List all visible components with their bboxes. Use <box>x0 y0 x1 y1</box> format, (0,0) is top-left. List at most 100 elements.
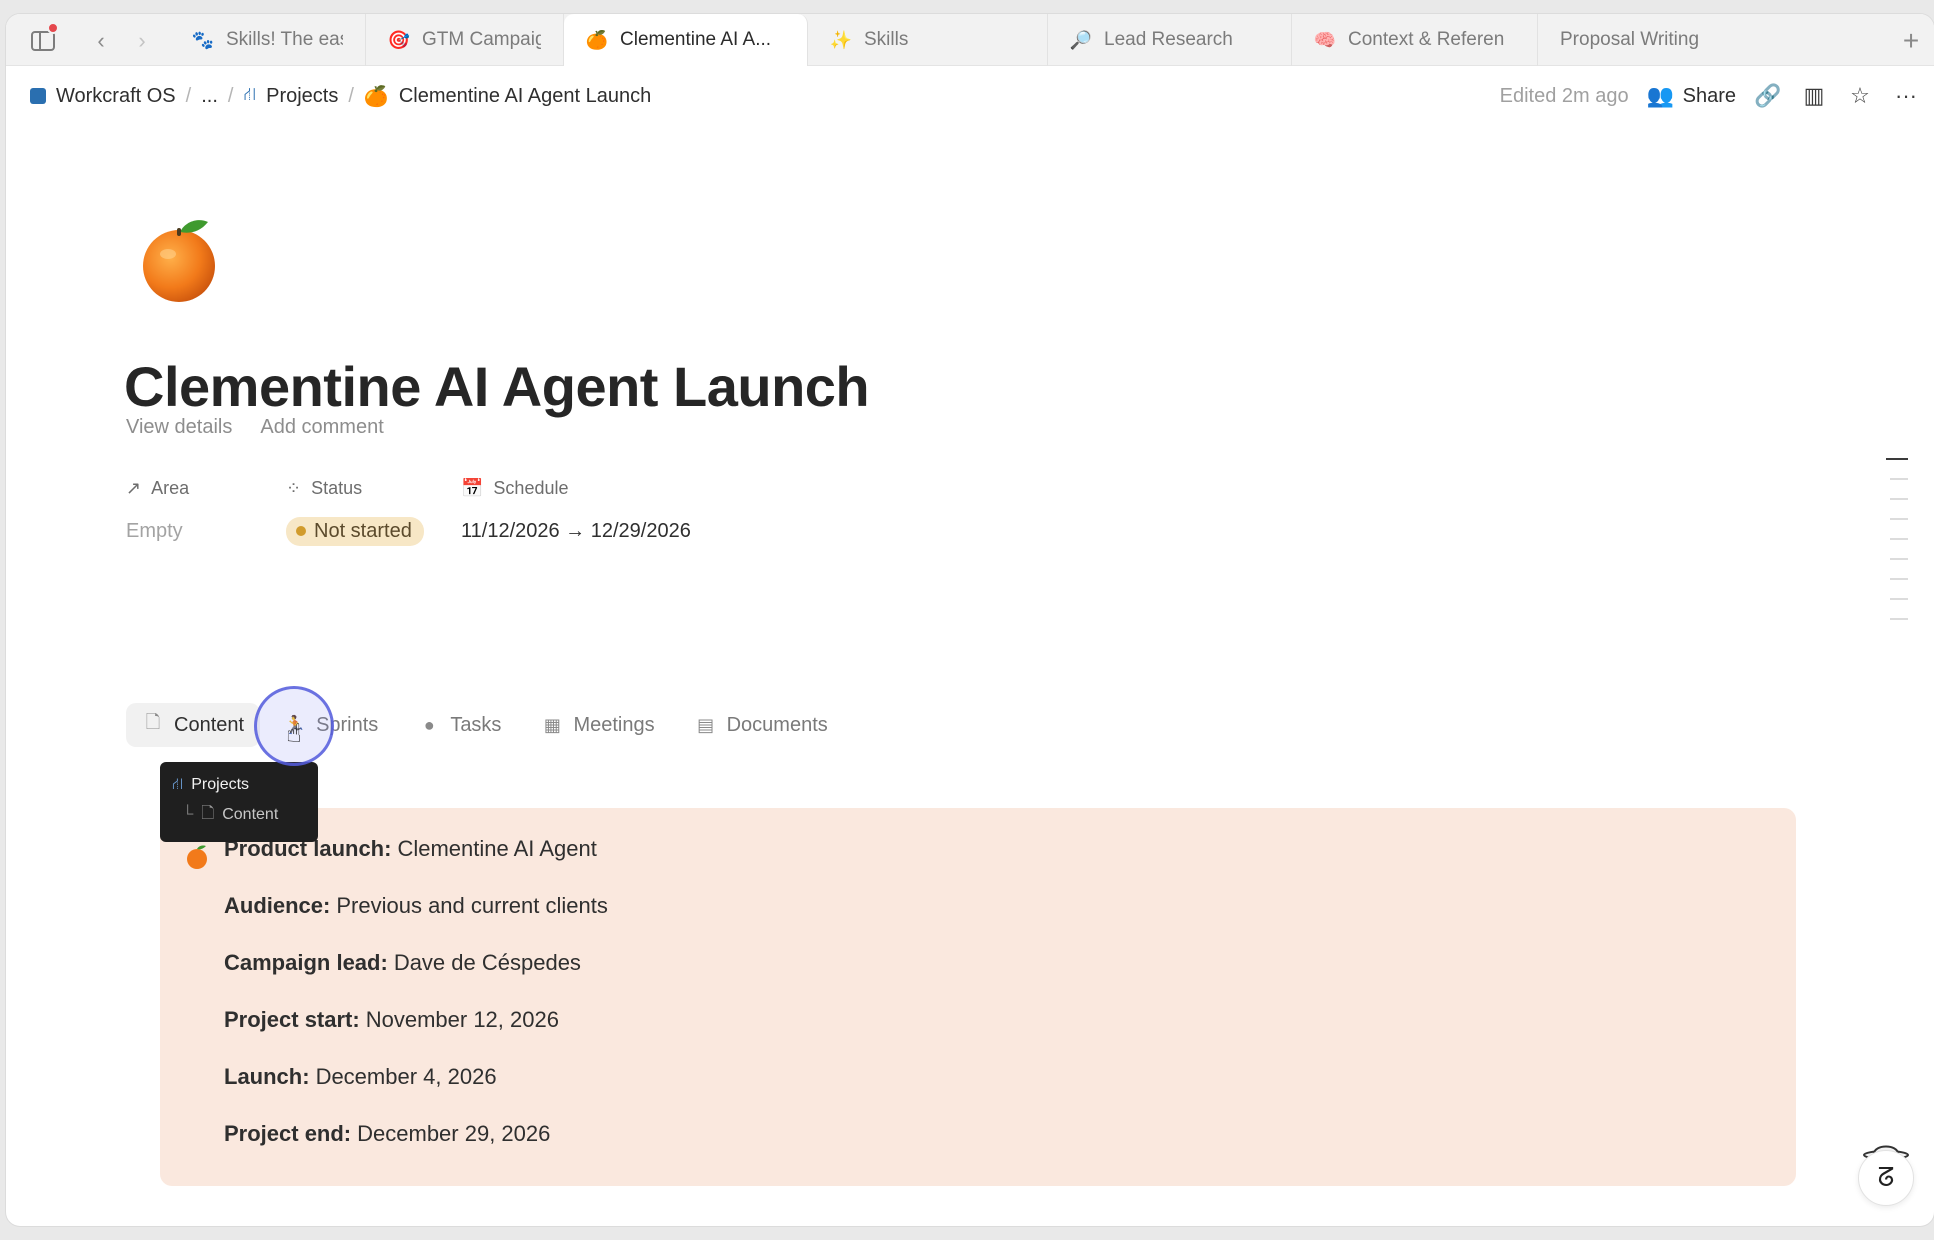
circle-icon: ● <box>423 714 435 735</box>
tab-lead-research[interactable]: 🔎 Lead Research <box>1048 14 1292 66</box>
outline-minimap[interactable] <box>1886 458 1908 638</box>
tree-branch-icon: └ <box>182 806 194 823</box>
forward-button[interactable]: › <box>127 26 157 56</box>
property-area[interactable]: ↗ Area Empty <box>126 474 189 546</box>
tab-label: Meetings <box>573 713 655 736</box>
tab-strip: 🐾 Skills! The easiest 🎯 GTM Campaign Pr … <box>170 14 1762 66</box>
outline-marker <box>1886 458 1908 460</box>
callout-line-label: Launch: <box>224 1064 310 1089</box>
property-label: Status <box>311 477 363 498</box>
tab-documents[interactable]: ▤ Documents <box>679 703 844 747</box>
callout-line-label: Project start: <box>224 1007 360 1032</box>
orange-icon: 🍊 <box>363 85 389 108</box>
callout-line-value: December 29, 2026 <box>357 1121 551 1146</box>
view-tabs: 🗋 Content 🏃 Sprints ● Tasks ▦ Meetings ▤… <box>126 702 844 748</box>
tab-label: Skills! The easiest <box>226 29 343 50</box>
outline-marker <box>1890 558 1908 560</box>
outline-marker <box>1890 518 1908 520</box>
tab-label: Skills <box>864 29 909 50</box>
callout-line-value: Previous and current clients <box>336 893 608 918</box>
share-button[interactable]: 👥 Share <box>1647 82 1736 110</box>
status-spinner-icon: ⁘ <box>286 477 302 498</box>
callout-line-value: Dave de Céspedes <box>393 950 581 975</box>
breadcrumb-workspace[interactable]: Workcraft OS <box>30 85 176 108</box>
outline-marker <box>1890 538 1908 540</box>
status-badge[interactable]: Not started <box>286 516 424 546</box>
tab-proposal-writing[interactable]: Proposal Writing <box>1538 14 1762 66</box>
tooltip-child-label: Content <box>222 806 279 823</box>
view-details-link[interactable]: View details <box>126 416 232 439</box>
side-panel-icon[interactable]: ▥ <box>1800 82 1828 110</box>
tab-label: Documents <box>726 713 828 736</box>
callout-line: Project start: November 12, 2026 <box>224 1007 608 1064</box>
callout-line-value: November 12, 2026 <box>365 1007 559 1032</box>
workspace-icon <box>30 88 46 104</box>
page-title[interactable]: Clementine AI Agent Launch <box>124 354 870 419</box>
breadcrumb: Workcraft OS / ... / ⛙ Projects / 🍊 Clem… <box>30 84 651 109</box>
tab-label: Context & Referen <box>1348 29 1505 50</box>
star-icon[interactable]: ☆ <box>1846 82 1874 110</box>
outline-marker <box>1890 578 1908 580</box>
chevron-right-icon: › <box>138 28 146 53</box>
breadcrumb-workspace-label: Workcraft OS <box>56 84 176 107</box>
callout-line-value: December 4, 2026 <box>315 1064 497 1089</box>
tab-context-reference[interactable]: 🧠 Context & Referen <box>1292 14 1538 66</box>
tab-gtm-campaign[interactable]: 🎯 GTM Campaign Pr <box>366 14 564 66</box>
pawprint-icon: 🐾 <box>191 29 215 50</box>
tab-label: GTM Campaign Pr <box>422 29 541 50</box>
calendar-icon: 📅 <box>461 477 484 498</box>
arrow-up-right-icon: ↗ <box>126 477 142 498</box>
tab-meetings[interactable]: ▦ Meetings <box>525 703 670 747</box>
link-icon[interactable]: 🔗 <box>1754 82 1782 110</box>
property-schedule[interactable]: 📅 Schedule 11/12/2026 → 12/29/2026 <box>461 474 691 546</box>
document-icon: 🗋 <box>201 804 215 822</box>
add-comment-link[interactable]: Add comment <box>260 416 383 439</box>
tab-skills-easiest[interactable]: 🐾 Skills! The easiest <box>170 14 366 66</box>
callout-line-value: Clementine AI Agent <box>397 836 597 861</box>
more-options-icon[interactable]: ··· <box>1892 82 1920 110</box>
callout-line-label: Audience: <box>224 893 331 918</box>
projects-icon: ⛙ <box>243 84 257 104</box>
breadcrumb-projects-label: Projects <box>266 84 339 107</box>
tooltip-parent: ⛙ Projects <box>172 770 306 800</box>
edited-timestamp: Edited 2m ago <box>1499 84 1629 107</box>
plus-icon: + <box>1902 25 1920 56</box>
tab-label: Clementine AI A... <box>620 29 772 50</box>
ai-assistant-button[interactable]: ᘔ <box>1858 1150 1914 1206</box>
callout-line-label: Project end: <box>224 1121 352 1146</box>
document-icon: 🗋 <box>145 712 161 732</box>
tooltip-child: └ 🗋 Content <box>172 800 306 830</box>
breadcrumb-separator: / <box>348 84 354 107</box>
sidebar-icon <box>31 31 55 51</box>
tab-label: Lead Research <box>1104 29 1233 50</box>
tab-clementine[interactable]: 🍊 Clementine AI A... <box>564 14 808 66</box>
tab-tasks[interactable]: ● Tasks <box>402 703 517 747</box>
callout-line: Project end: December 29, 2026 <box>224 1121 608 1178</box>
callout-line-label: Campaign lead: <box>224 950 388 975</box>
breadcrumb-projects[interactable]: ⛙ Projects <box>243 84 338 108</box>
tooltip-parent-label: Projects <box>191 776 250 793</box>
browser-tab-bar: ‹ › 🐾 Skills! The easiest 🎯 GTM Campaign… <box>6 14 1934 66</box>
outline-marker <box>1890 598 1908 600</box>
tab-label: Content <box>174 713 245 736</box>
page-actions: View details Add comment <box>126 416 384 439</box>
share-label: Share <box>1682 84 1736 107</box>
app-window: ‹ › 🐾 Skills! The easiest 🎯 GTM Campaign… <box>6 14 1934 1226</box>
property-value: 11/12/2026 → 12/29/2026 <box>461 519 691 542</box>
brain-icon: 🧠 <box>1313 29 1337 50</box>
orange-icon <box>187 845 207 869</box>
tab-label: Tasks <box>450 713 502 736</box>
new-tab-button[interactable]: + <box>1896 25 1926 56</box>
file-icon: ▤ <box>697 714 715 735</box>
property-status[interactable]: ⁘ Status Not started <box>286 474 424 546</box>
breadcrumb-ellipsis[interactable]: ... <box>201 85 218 108</box>
breadcrumb-bar: Workcraft OS / ... / ⛙ Projects / 🍊 Clem… <box>6 66 1934 126</box>
tab-content[interactable]: 🗋 Content <box>126 703 261 747</box>
back-button[interactable]: ‹ <box>86 26 116 56</box>
breadcrumb-separator: / <box>227 84 234 107</box>
page-icon-orange[interactable] <box>134 214 224 304</box>
tab-skills[interactable]: ✨ Skills <box>808 14 1048 66</box>
property-label: Area <box>151 477 190 498</box>
breadcrumb-current[interactable]: 🍊 Clementine AI Agent Launch <box>364 84 651 109</box>
breadcrumb-separator: / <box>185 84 192 107</box>
